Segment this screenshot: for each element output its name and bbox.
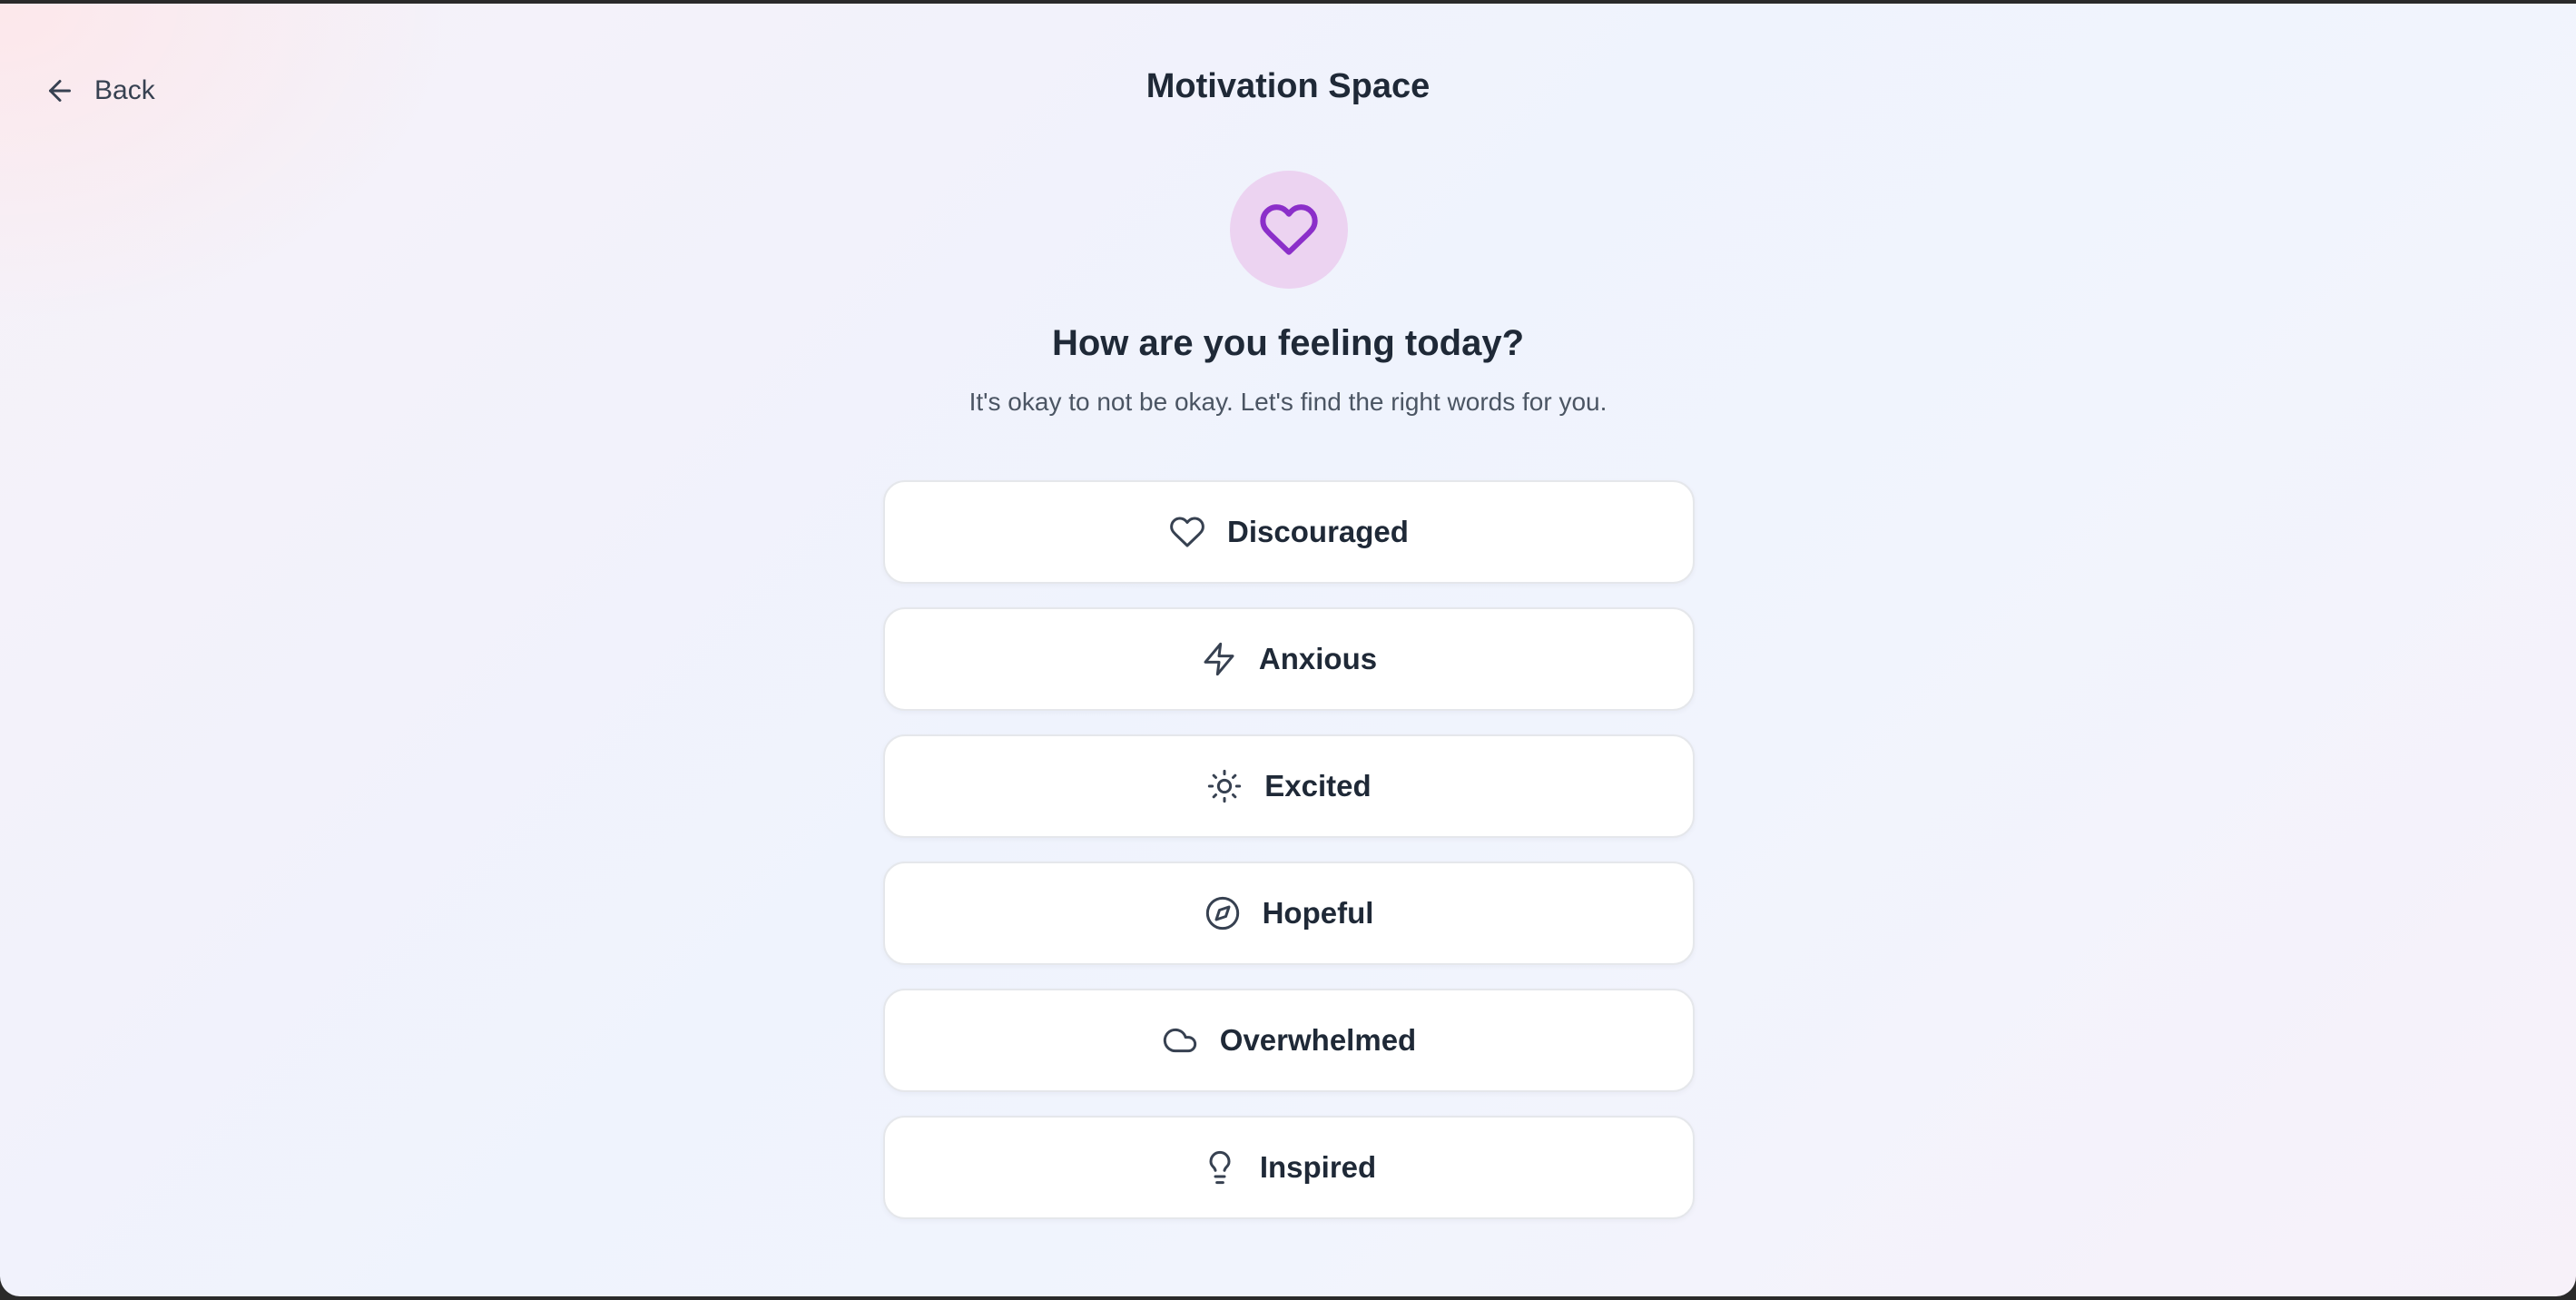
heart-icon (1260, 204, 1318, 255)
mood-subtitle: It's okay to not be okay. Let's find the… (968, 388, 1608, 416)
mood-button-overwhelmed[interactable]: Overwhelmed (883, 989, 1695, 1092)
mood-button-excited[interactable]: Excited (883, 734, 1695, 838)
mood-button-discouraged[interactable]: Discouraged (883, 480, 1695, 584)
mood-options: Discouraged Anxious Excited Hopeful Over… (883, 480, 1695, 1219)
mood-question: How are you feeling today? (1051, 323, 1525, 363)
sun-icon (1208, 769, 1242, 803)
compass-icon (1205, 896, 1239, 931)
mood-label: Hopeful (1262, 896, 1374, 930)
mood-label: Inspired (1259, 1150, 1377, 1184)
mood-label: Overwhelmed (1219, 1023, 1417, 1057)
cloud-icon (1163, 1028, 1196, 1053)
mood-button-inspired[interactable]: Inspired (883, 1116, 1695, 1219)
page-title: Motivation Space (1145, 67, 1431, 105)
mood-button-anxious[interactable]: Anxious (883, 607, 1695, 711)
heart-icon (1170, 517, 1204, 547)
lightbulb-icon (1209, 1150, 1231, 1185)
hero-heart-badge (1230, 171, 1348, 289)
mood-label: Discouraged (1227, 515, 1409, 548)
lightning-icon (1204, 642, 1234, 676)
mood-label: Excited (1264, 769, 1372, 803)
motivation-space-page: Back Motivation Space How are you feelin… (0, 4, 2576, 1296)
mood-label: Anxious (1258, 642, 1378, 675)
mood-button-hopeful[interactable]: Hopeful (883, 862, 1695, 965)
